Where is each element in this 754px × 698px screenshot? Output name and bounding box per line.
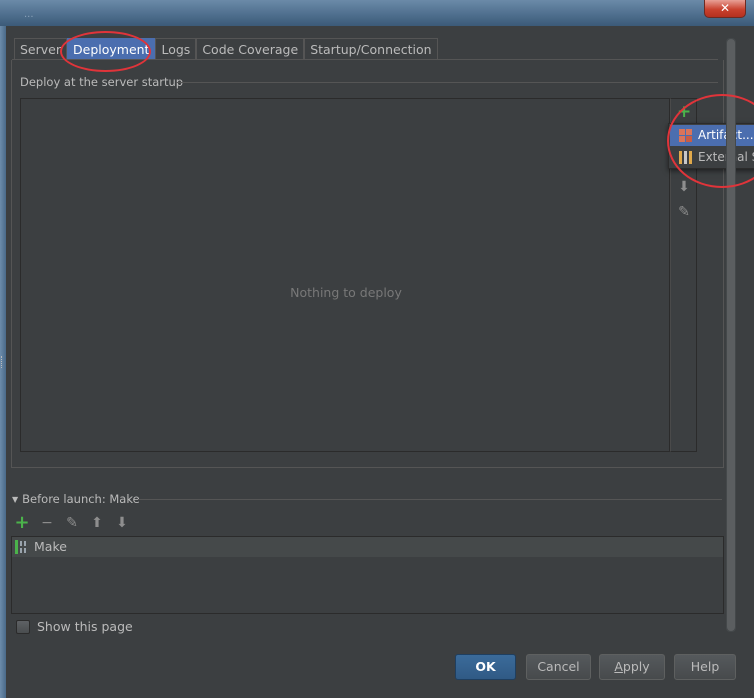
make-icon xyxy=(15,540,26,554)
before-launch-header[interactable]: ▼ Before launch: Make xyxy=(12,492,140,506)
apply-mnemonic: A xyxy=(614,659,623,674)
add-task-icon[interactable]: + xyxy=(14,514,30,532)
list-item-label: Make xyxy=(34,539,67,554)
before-launch-toolbar: + − ✎ ⬆ ⬇ xyxy=(14,514,130,532)
cancel-button[interactable]: Cancel xyxy=(526,654,591,680)
external-source-icon xyxy=(679,151,692,164)
dialog-buttons: OK Cancel Apply Help xyxy=(6,654,754,680)
move-up-icon[interactable]: ⬆ xyxy=(89,514,105,532)
pencil-icon[interactable]: ✎ xyxy=(677,205,691,219)
vertical-scrollbar[interactable] xyxy=(726,38,736,632)
menu-item-external-source[interactable]: External Source... xyxy=(670,147,754,168)
tab-startup-connection[interactable]: Startup/Connection xyxy=(304,38,438,60)
before-launch-title: Before launch: Make xyxy=(22,492,140,506)
before-launch-divider xyxy=(138,499,722,500)
apply-label: pply xyxy=(622,659,650,674)
menu-item-artifact[interactable]: Artifact... xyxy=(670,125,754,146)
remove-task-icon[interactable]: − xyxy=(39,514,55,532)
add-popup-menu: Artifact... External Source... xyxy=(668,123,754,169)
tab-code-coverage[interactable]: Code Coverage xyxy=(196,38,305,60)
apply-button[interactable]: Apply xyxy=(599,654,665,680)
add-icon[interactable]: + xyxy=(677,104,691,121)
show-this-page-label: Show this page xyxy=(37,619,133,634)
tab-bar: Server Deployment Logs Code Coverage Sta… xyxy=(14,38,438,60)
window-close-button[interactable]: ✕ xyxy=(704,0,746,18)
close-icon: ✕ xyxy=(719,1,731,15)
section-divider xyxy=(176,82,718,83)
list-item[interactable]: Make xyxy=(12,537,723,557)
show-this-page-checkbox[interactable] xyxy=(16,620,30,634)
window-titlebar: ... ✕ xyxy=(0,0,754,26)
run-configuration-dialog: Server Deployment Logs Code Coverage Sta… xyxy=(6,26,754,698)
resize-grip-icon[interactable] xyxy=(1,356,4,368)
deployment-list[interactable]: Nothing to deploy xyxy=(20,98,670,452)
window-title: ... xyxy=(24,9,34,20)
tab-server[interactable]: Server xyxy=(14,38,67,60)
scrollbar-thumb[interactable] xyxy=(727,39,735,631)
arrow-down-icon[interactable]: ⬇ xyxy=(677,180,691,194)
ok-button[interactable]: OK xyxy=(455,654,516,680)
section-title: Deploy at the server startup xyxy=(20,75,184,89)
tab-deployment[interactable]: Deployment xyxy=(67,38,156,60)
collapse-arrow-icon: ▼ xyxy=(12,495,19,504)
empty-list-text: Nothing to deploy xyxy=(290,285,402,300)
tab-logs[interactable]: Logs xyxy=(155,38,197,60)
edit-task-icon[interactable]: ✎ xyxy=(64,514,80,532)
move-down-icon[interactable]: ⬇ xyxy=(114,514,130,532)
artifact-icon xyxy=(679,129,692,142)
before-launch-list[interactable]: Make xyxy=(11,536,724,614)
help-button[interactable]: Help xyxy=(674,654,736,680)
